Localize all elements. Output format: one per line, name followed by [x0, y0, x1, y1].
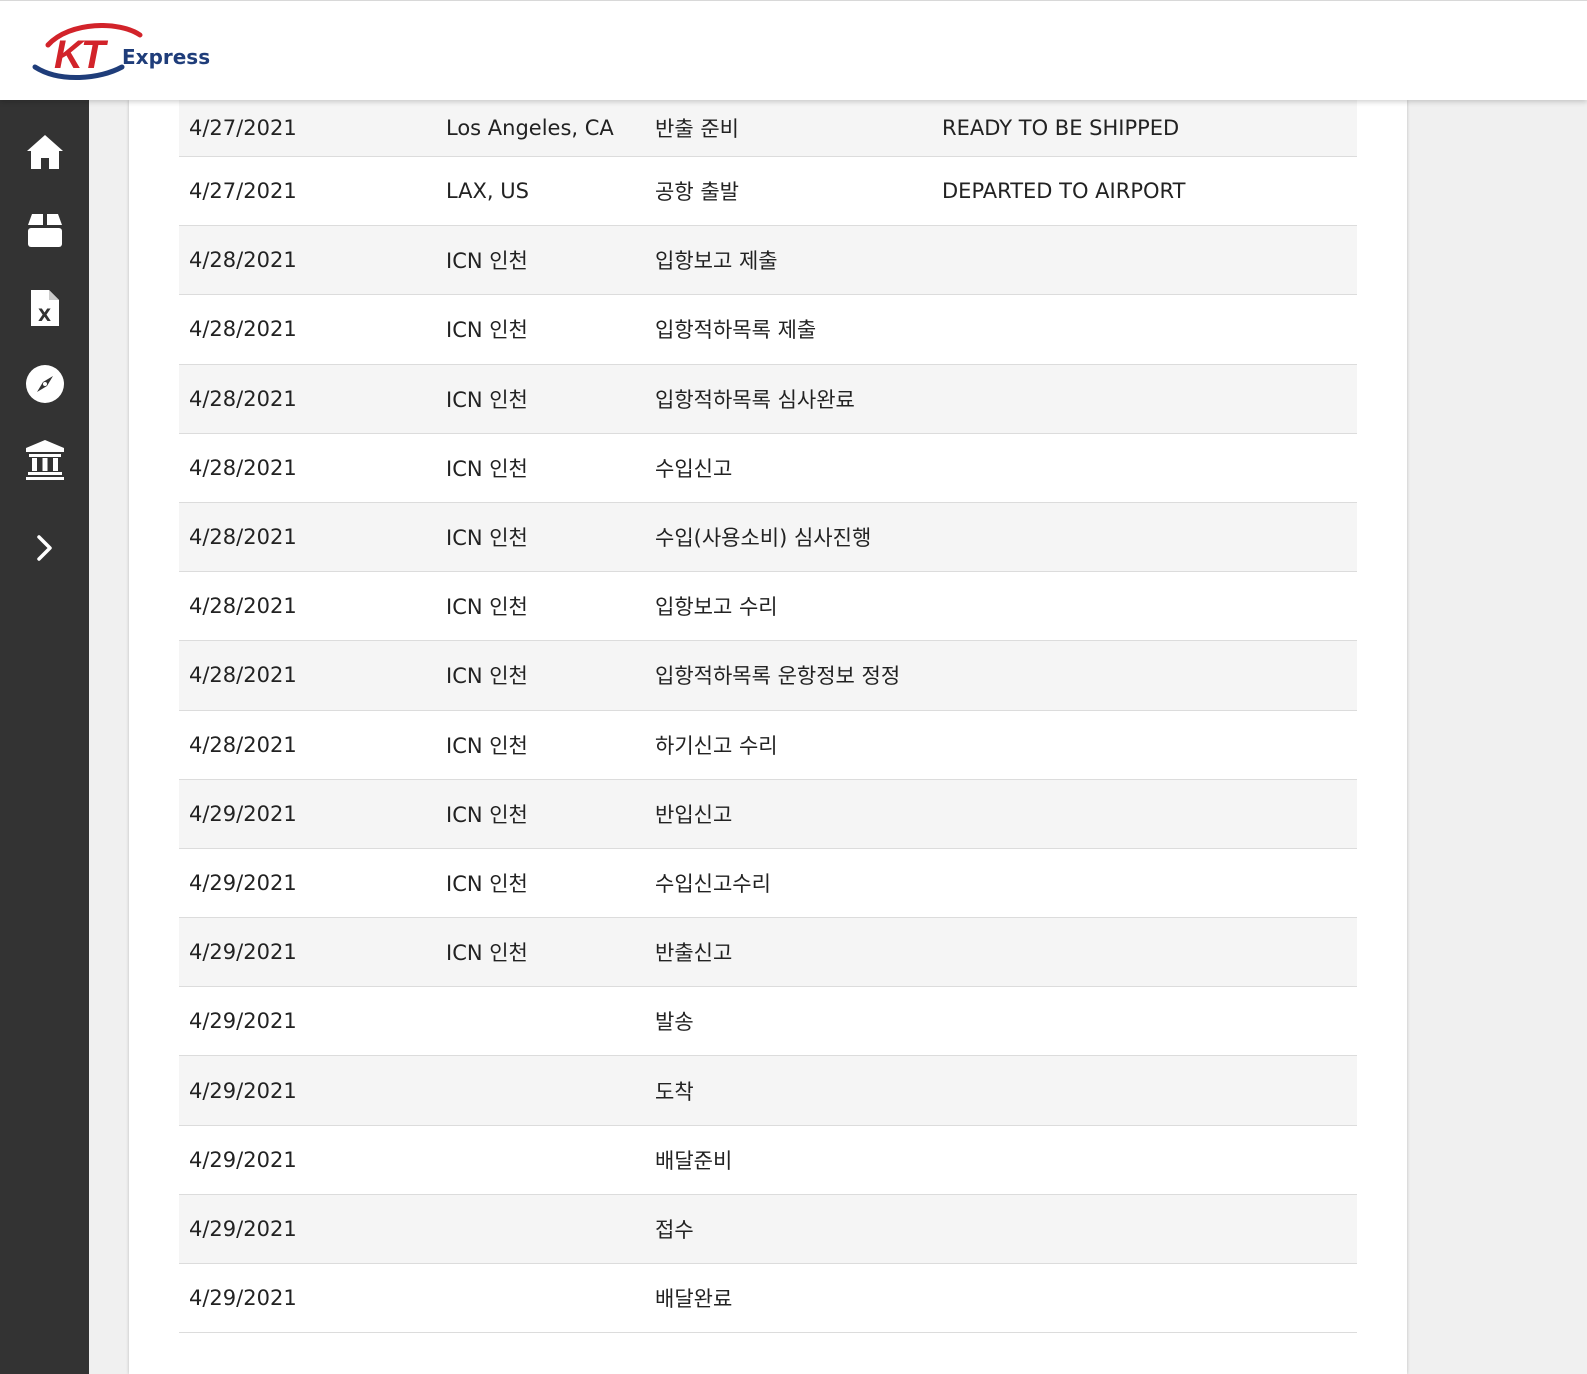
date-cell: 4/29/2021	[189, 801, 297, 826]
status-cell: 수입신고	[655, 456, 733, 481]
date-cell: 4/28/2021	[189, 386, 297, 411]
status-cell: 입항보고 제출	[655, 249, 778, 274]
status-cell: 배달완료	[655, 1287, 733, 1312]
table-row: 4/27/2021 LAX, US 공항 출발 DEPARTED TO AIRPORT	[179, 157, 1357, 227]
location-cell: ICN 인천	[446, 871, 528, 896]
date-cell: 4/29/2021	[189, 1216, 297, 1241]
date-cell: 4/29/2021	[189, 1009, 297, 1034]
date-cell: 4/28/2021	[189, 594, 297, 619]
date-cell: 4/27/2021	[189, 116, 297, 140]
location-cell: ICN 인천	[446, 387, 528, 412]
location-cell: ICN 인천	[446, 318, 528, 343]
table-row: 4/29/2021 ICN 인천 수입신고수리	[179, 848, 1357, 919]
sidebar-item-excel[interactable]: X	[0, 278, 89, 338]
table-row: 4/29/2021 ICN 인천 반입신고	[179, 779, 1357, 849]
logo-express-text: Express	[122, 45, 210, 69]
table-row: 4/29/2021 접수	[179, 1194, 1357, 1264]
location-cell: ICN 인천	[446, 249, 528, 274]
status-cell: 발송	[655, 1010, 694, 1035]
home-icon	[26, 135, 63, 169]
date-cell: 4/29/2021	[189, 1078, 297, 1103]
date-cell: 4/28/2021	[189, 663, 297, 688]
table-row: 4/29/2021 도착	[179, 1056, 1357, 1126]
excel-file-icon: X	[30, 290, 59, 326]
location-cell: ICN 인천	[446, 941, 528, 966]
date-cell: 4/29/2021	[189, 940, 297, 965]
sidebar: X	[0, 100, 89, 1374]
status-cell: 배달준비	[655, 1148, 733, 1173]
location-cell: LAX, US	[446, 179, 529, 204]
status-cell: 접수	[655, 1217, 694, 1242]
table-row: 4/28/2021 ICN 인천 입항보고 제출	[179, 226, 1357, 296]
date-cell: 4/28/2021	[189, 732, 297, 757]
status-cell: 입항보고 수리	[655, 595, 778, 620]
sidebar-item-bank[interactable]	[0, 430, 89, 490]
table-row: 4/28/2021 ICN 인천 하기신고 수리	[179, 710, 1357, 780]
location-cell: Los Angeles, CA	[446, 116, 614, 140]
status-en-cell: DEPARTED TO AIRPORT	[942, 179, 1186, 204]
status-cell: 공항 출발	[655, 180, 739, 205]
table-row: 4/28/2021 ICN 인천 수입신고	[179, 433, 1357, 503]
tracking-card: 4/27/2021 Los Angeles, CA 반출 준비 READY TO BE…	[129, 100, 1407, 1374]
location-cell: ICN 인천	[446, 664, 528, 689]
status-cell: 입항적하목록 심사완료	[655, 387, 855, 412]
logo-kt-letters: KT	[54, 33, 109, 77]
location-cell: ICN 인천	[446, 526, 528, 551]
status-cell: 수입(사용소비) 심사진행	[655, 526, 872, 551]
status-cell: 수입신고수리	[655, 871, 771, 896]
status-cell: 하기신고 수리	[655, 733, 778, 758]
table-row: 4/29/2021 ICN 인천 반출신고	[179, 918, 1357, 988]
date-cell: 4/29/2021	[189, 1286, 297, 1311]
location-cell: ICN 인천	[446, 733, 528, 758]
table-row: 4/28/2021 ICN 인천 입항적하목록 심사완료	[179, 364, 1357, 434]
status-cell: 입항적하목록 제출	[655, 318, 817, 343]
kt-express-logo[interactable]: KT Express	[30, 23, 230, 83]
status-cell: 반출 준비	[655, 117, 739, 141]
status-cell: 반입신고	[655, 802, 733, 827]
table-row: 4/29/2021 배달완료	[179, 1264, 1357, 1334]
table-row: 4/29/2021 배달준비	[179, 1125, 1357, 1195]
table-row: 4/28/2021 ICN 인천 수입(사용소비) 심사진행	[179, 502, 1357, 573]
sidebar-item-home[interactable]	[0, 122, 89, 182]
table-row: 4/27/2021 Los Angeles, CA 반출 준비 READY TO BE…	[179, 100, 1357, 157]
package-icon	[27, 214, 62, 247]
status-cell: 반출신고	[655, 941, 733, 966]
sidebar-expand-toggle[interactable]	[0, 518, 89, 578]
top-header: KT Express	[0, 0, 1587, 100]
date-cell: 4/28/2021	[189, 317, 297, 342]
table-row: 4/28/2021 ICN 인천 입항적하목록 운항정보 정정	[179, 641, 1357, 711]
table-row: 4/28/2021 ICN 인천 입항적하목록 제출	[179, 295, 1357, 365]
location-cell: ICN 인천	[446, 802, 528, 827]
main-content: 4/27/2021 Los Angeles, CA 반출 준비 READY TO BE…	[89, 100, 1587, 1374]
table-row: 4/28/2021 ICN 인천 입항보고 수리	[179, 572, 1357, 642]
svg-text:X: X	[38, 306, 51, 326]
table-row: 4/29/2021 발송	[179, 987, 1357, 1057]
status-cell: 도착	[655, 1079, 694, 1104]
date-cell: 4/28/2021	[189, 455, 297, 480]
sidebar-item-compass[interactable]	[0, 354, 89, 414]
date-cell: 4/27/2021	[189, 179, 297, 204]
date-cell: 4/29/2021	[189, 1147, 297, 1172]
date-cell: 4/28/2021	[189, 248, 297, 273]
bank-icon	[25, 440, 64, 480]
compass-icon	[25, 365, 64, 403]
location-cell: ICN 인천	[446, 456, 528, 481]
status-cell: 입항적하목록 운항정보 정정	[655, 664, 901, 689]
chevron-right-icon	[36, 535, 52, 561]
location-cell: ICN 인천	[446, 595, 528, 620]
sidebar-item-package[interactable]	[0, 200, 89, 260]
status-en-cell: READY TO BE SHIPPED	[942, 116, 1180, 140]
tracking-table: 4/27/2021 Los Angeles, CA 반출 준비 READY TO BE…	[179, 100, 1357, 1334]
date-cell: 4/29/2021	[189, 870, 297, 895]
date-cell: 4/28/2021	[189, 525, 297, 550]
